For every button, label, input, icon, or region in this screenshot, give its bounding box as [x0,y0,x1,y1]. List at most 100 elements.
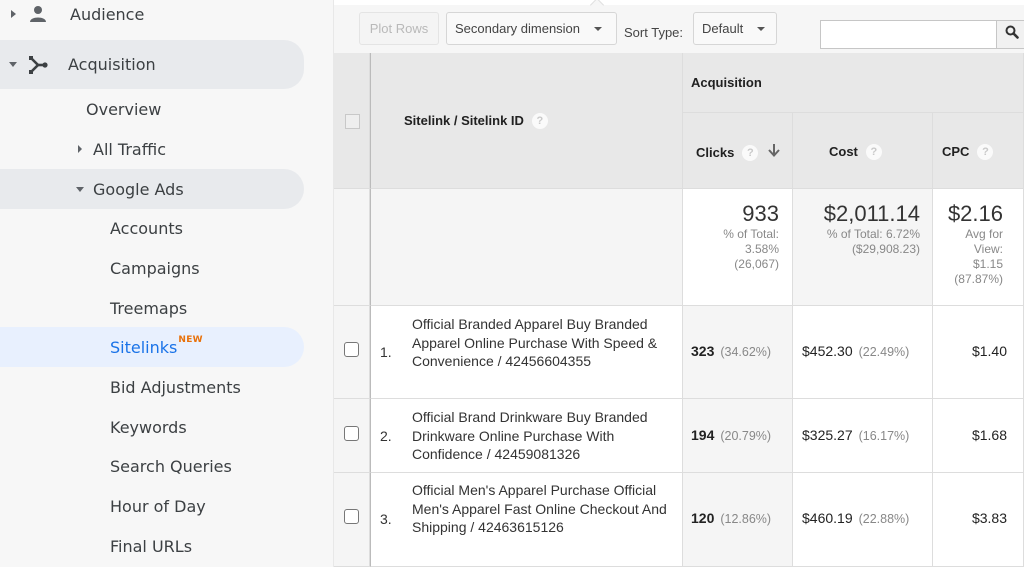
sidebar-item-label: Overview [86,99,162,119]
sort-descending-icon [768,143,781,162]
dimension-header-label: Sitelink / Sitelink ID [404,113,524,128]
sidebar-item-hour-of-day[interactable]: Hour of Day [0,486,304,526]
sidebar-item-label: Bid Adjustments [110,377,241,397]
sidebar-item-bid-adjustments[interactable]: Bid Adjustments [0,367,304,407]
row-index: 2. [380,428,392,444]
sitelink-link[interactable]: Official Men's Apparel Purchase Official… [412,481,677,537]
row-index: 1. [380,344,392,360]
acquisition-group-header: Acquisition [683,53,1024,113]
row-dimension-cell: 1. Official Branded Apparel Buy Branded … [370,306,683,399]
sort-type-dropdown[interactable]: Default [693,12,777,45]
sidebar-item-label: Accounts [110,218,183,238]
sidebar-item-search-queries[interactable]: Search Queries [0,446,304,486]
column-header-clicks[interactable]: Clicks? [683,113,793,189]
caret-down-icon [9,62,17,67]
dimension-header[interactable]: Sitelink / Sitelink ID? [370,53,683,189]
row-cpc-cell: $1.68 [933,399,1024,473]
select-all-header [334,53,370,189]
sidebar-item-label: Search Queries [110,456,232,476]
row-clicks-cell: 194 (20.79%) [683,399,793,473]
total-cpc-line: View: [973,242,1003,256]
sidebar-item-google-ads[interactable]: Google Ads [0,169,304,209]
totals-cost-cell: $2,011.14 % of Total: 6.72% ($29,908.23) [793,189,933,306]
chevron-down-icon [757,26,766,31]
totals-label-cell [370,189,683,306]
group-header-label: Acquisition [691,75,762,90]
row-dimension-cell: 2. Official Brand Drinkware Buy Branded … [370,399,683,473]
search-icon [1005,25,1019,44]
sidebar-item-label: Google Ads [93,179,184,199]
cpc-value: $3.83 [971,510,1007,526]
column-header-label: Clicks [696,145,735,160]
sidebar-item-label: Audience [70,4,145,24]
column-header-label: CPC [942,144,970,159]
row-clicks-cell: 120 (12.86%) [683,473,793,567]
toolbar-notch [589,0,605,13]
caret-right-icon [11,10,16,18]
row-dimension-cell: 3. Official Men's Apparel Purchase Offic… [370,473,683,567]
plot-rows-button[interactable]: Plot Rows [359,12,439,45]
sidebar-item-all-traffic[interactable]: All Traffic [0,129,304,169]
total-cost-line: % of Total: 6.72% [826,227,920,241]
sidebar-item-audience[interactable]: Audience [0,0,304,34]
row-checkbox-cell [334,306,370,399]
sidebar-item-keywords[interactable]: Keywords [0,407,304,447]
help-icon[interactable]: ? [742,144,759,161]
row-checkbox[interactable] [344,426,359,441]
total-clicks-line: % of Total: [723,227,779,241]
row-cost-cell: $325.27 (16.17%) [793,399,933,473]
sidebar-item-final-urls[interactable]: Final URLs [0,526,304,566]
row-checkbox-cell [334,473,370,567]
search-button[interactable] [997,20,1024,49]
total-clicks-value: 933 [742,201,779,226]
help-icon[interactable]: ? [977,143,994,160]
clicks-value: 323 [691,343,715,359]
sidebar-item-acquisition[interactable]: Acquisition [0,40,304,89]
table-search-input[interactable] [820,20,997,49]
sitelink-link[interactable]: Official Brand Drinkware Buy Branded Dri… [412,408,682,464]
column-header-cpc[interactable]: CPC? [933,113,1024,189]
sidebar-item-campaigns[interactable]: Campaigns [0,248,304,288]
clicks-value: 120 [691,510,715,526]
secondary-dimension-label: Secondary dimension [455,21,581,36]
sidebar-item-overview[interactable]: Overview [0,89,304,129]
column-header-label: Cost [829,144,858,159]
sidebar-item-label: Campaigns [110,258,200,278]
sidebar-item-treemaps[interactable]: Treemaps [0,288,304,328]
row-cost-cell: $460.19 (22.88%) [793,473,933,567]
clicks-percent: (20.79%) [720,429,772,443]
select-all-checkbox[interactable] [345,114,360,129]
sitelink-link[interactable]: Official Branded Apparel Buy Branded App… [412,315,682,371]
row-checkbox[interactable] [344,342,359,357]
caret-right-icon [78,145,82,153]
cost-value: $452.30 [802,343,853,359]
table-toolbar: Plot Rows Secondary dimension Sort Type:… [334,0,1024,53]
help-icon[interactable]: ? [531,112,548,129]
column-header-cost[interactable]: Cost? [793,113,933,189]
row-checkbox-cell [334,399,370,473]
total-cost-line: ($29,908.23) [851,242,920,256]
sidebar-item-accounts[interactable]: Accounts [0,208,304,248]
new-badge: NEW [178,335,203,345]
secondary-dimension-dropdown[interactable]: Secondary dimension [446,12,617,45]
row-cpc-cell: $1.40 [933,306,1024,399]
chevron-down-icon [594,26,603,31]
sort-type-label: Sort Type: [624,25,684,40]
person-icon [28,4,48,24]
cost-percent: (16.17%) [858,429,910,443]
total-cost-value: $2,011.14 [823,201,920,226]
row-cpc-cell: $3.83 [933,473,1024,567]
sidebar-item-label: Hour of Day [110,496,206,516]
help-icon[interactable]: ? [865,143,882,160]
totals-clicks-cell: 933 % of Total: 3.58% (26,067) [683,189,793,306]
sidebar-item-sitelinks[interactable]: Sitelinks NEW [0,327,304,367]
caret-down-icon [76,186,84,192]
cost-percent: (22.49%) [858,345,910,359]
acquisition-icon [27,54,49,76]
sidebar-nav: Audience Acquisition Overview All Traffi… [0,0,334,567]
sidebar-item-label: Final URLs [110,536,193,556]
total-cpc-value: $2.16 [947,201,1003,226]
sidebar-item-label: Sitelinks [110,337,178,357]
total-cpc-line: $1.15 [972,257,1003,271]
row-checkbox[interactable] [344,509,359,524]
